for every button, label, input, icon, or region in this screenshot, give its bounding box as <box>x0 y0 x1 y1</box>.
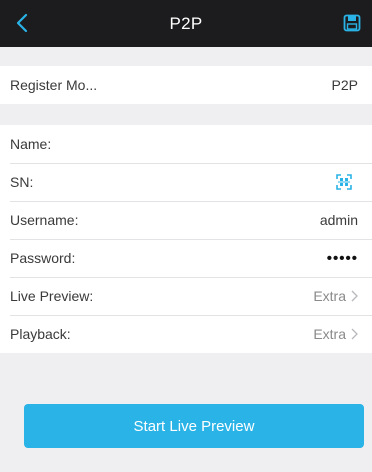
live-preview-label: Live Preview: <box>10 288 94 304</box>
password-row[interactable]: Password: ••••• <box>0 239 372 277</box>
username-field[interactable]: admin <box>320 212 358 228</box>
name-row[interactable]: Name: <box>0 125 372 163</box>
register-mode-row[interactable]: Register Mo... P2P <box>0 66 372 104</box>
register-mode-label: Register Mo... <box>10 77 98 93</box>
sn-row[interactable]: SN: <box>0 163 372 201</box>
username-label: Username: <box>10 212 79 228</box>
qr-scan-icon[interactable] <box>336 174 352 190</box>
chevron-right-icon <box>351 290 358 302</box>
page-title: P2P <box>169 13 203 33</box>
playback-row[interactable]: Playback: Extra <box>0 315 372 353</box>
register-mode-group: Register Mo... P2P <box>0 66 372 104</box>
register-mode-value: P2P <box>331 77 358 93</box>
password-field[interactable]: ••••• <box>327 250 358 267</box>
playback-label: Playback: <box>10 326 71 342</box>
save-icon <box>343 14 361 32</box>
password-label: Password: <box>10 250 76 266</box>
start-live-preview-button[interactable]: Start Live Preview <box>24 404 364 448</box>
live-preview-value: Extra <box>313 288 346 304</box>
chevron-left-icon <box>16 13 28 33</box>
name-label: Name: <box>10 136 52 152</box>
chevron-right-icon <box>351 328 358 340</box>
back-button[interactable] <box>10 11 34 35</box>
device-settings-group: Name: SN: Username: admin Password: ••••… <box>0 125 372 353</box>
top-bar: P2P <box>0 0 372 47</box>
username-row[interactable]: Username: admin <box>0 201 372 239</box>
playback-value: Extra <box>313 326 346 342</box>
save-button[interactable] <box>341 12 363 34</box>
sn-label: SN: <box>10 174 34 190</box>
live-preview-row[interactable]: Live Preview: Extra <box>0 277 372 315</box>
